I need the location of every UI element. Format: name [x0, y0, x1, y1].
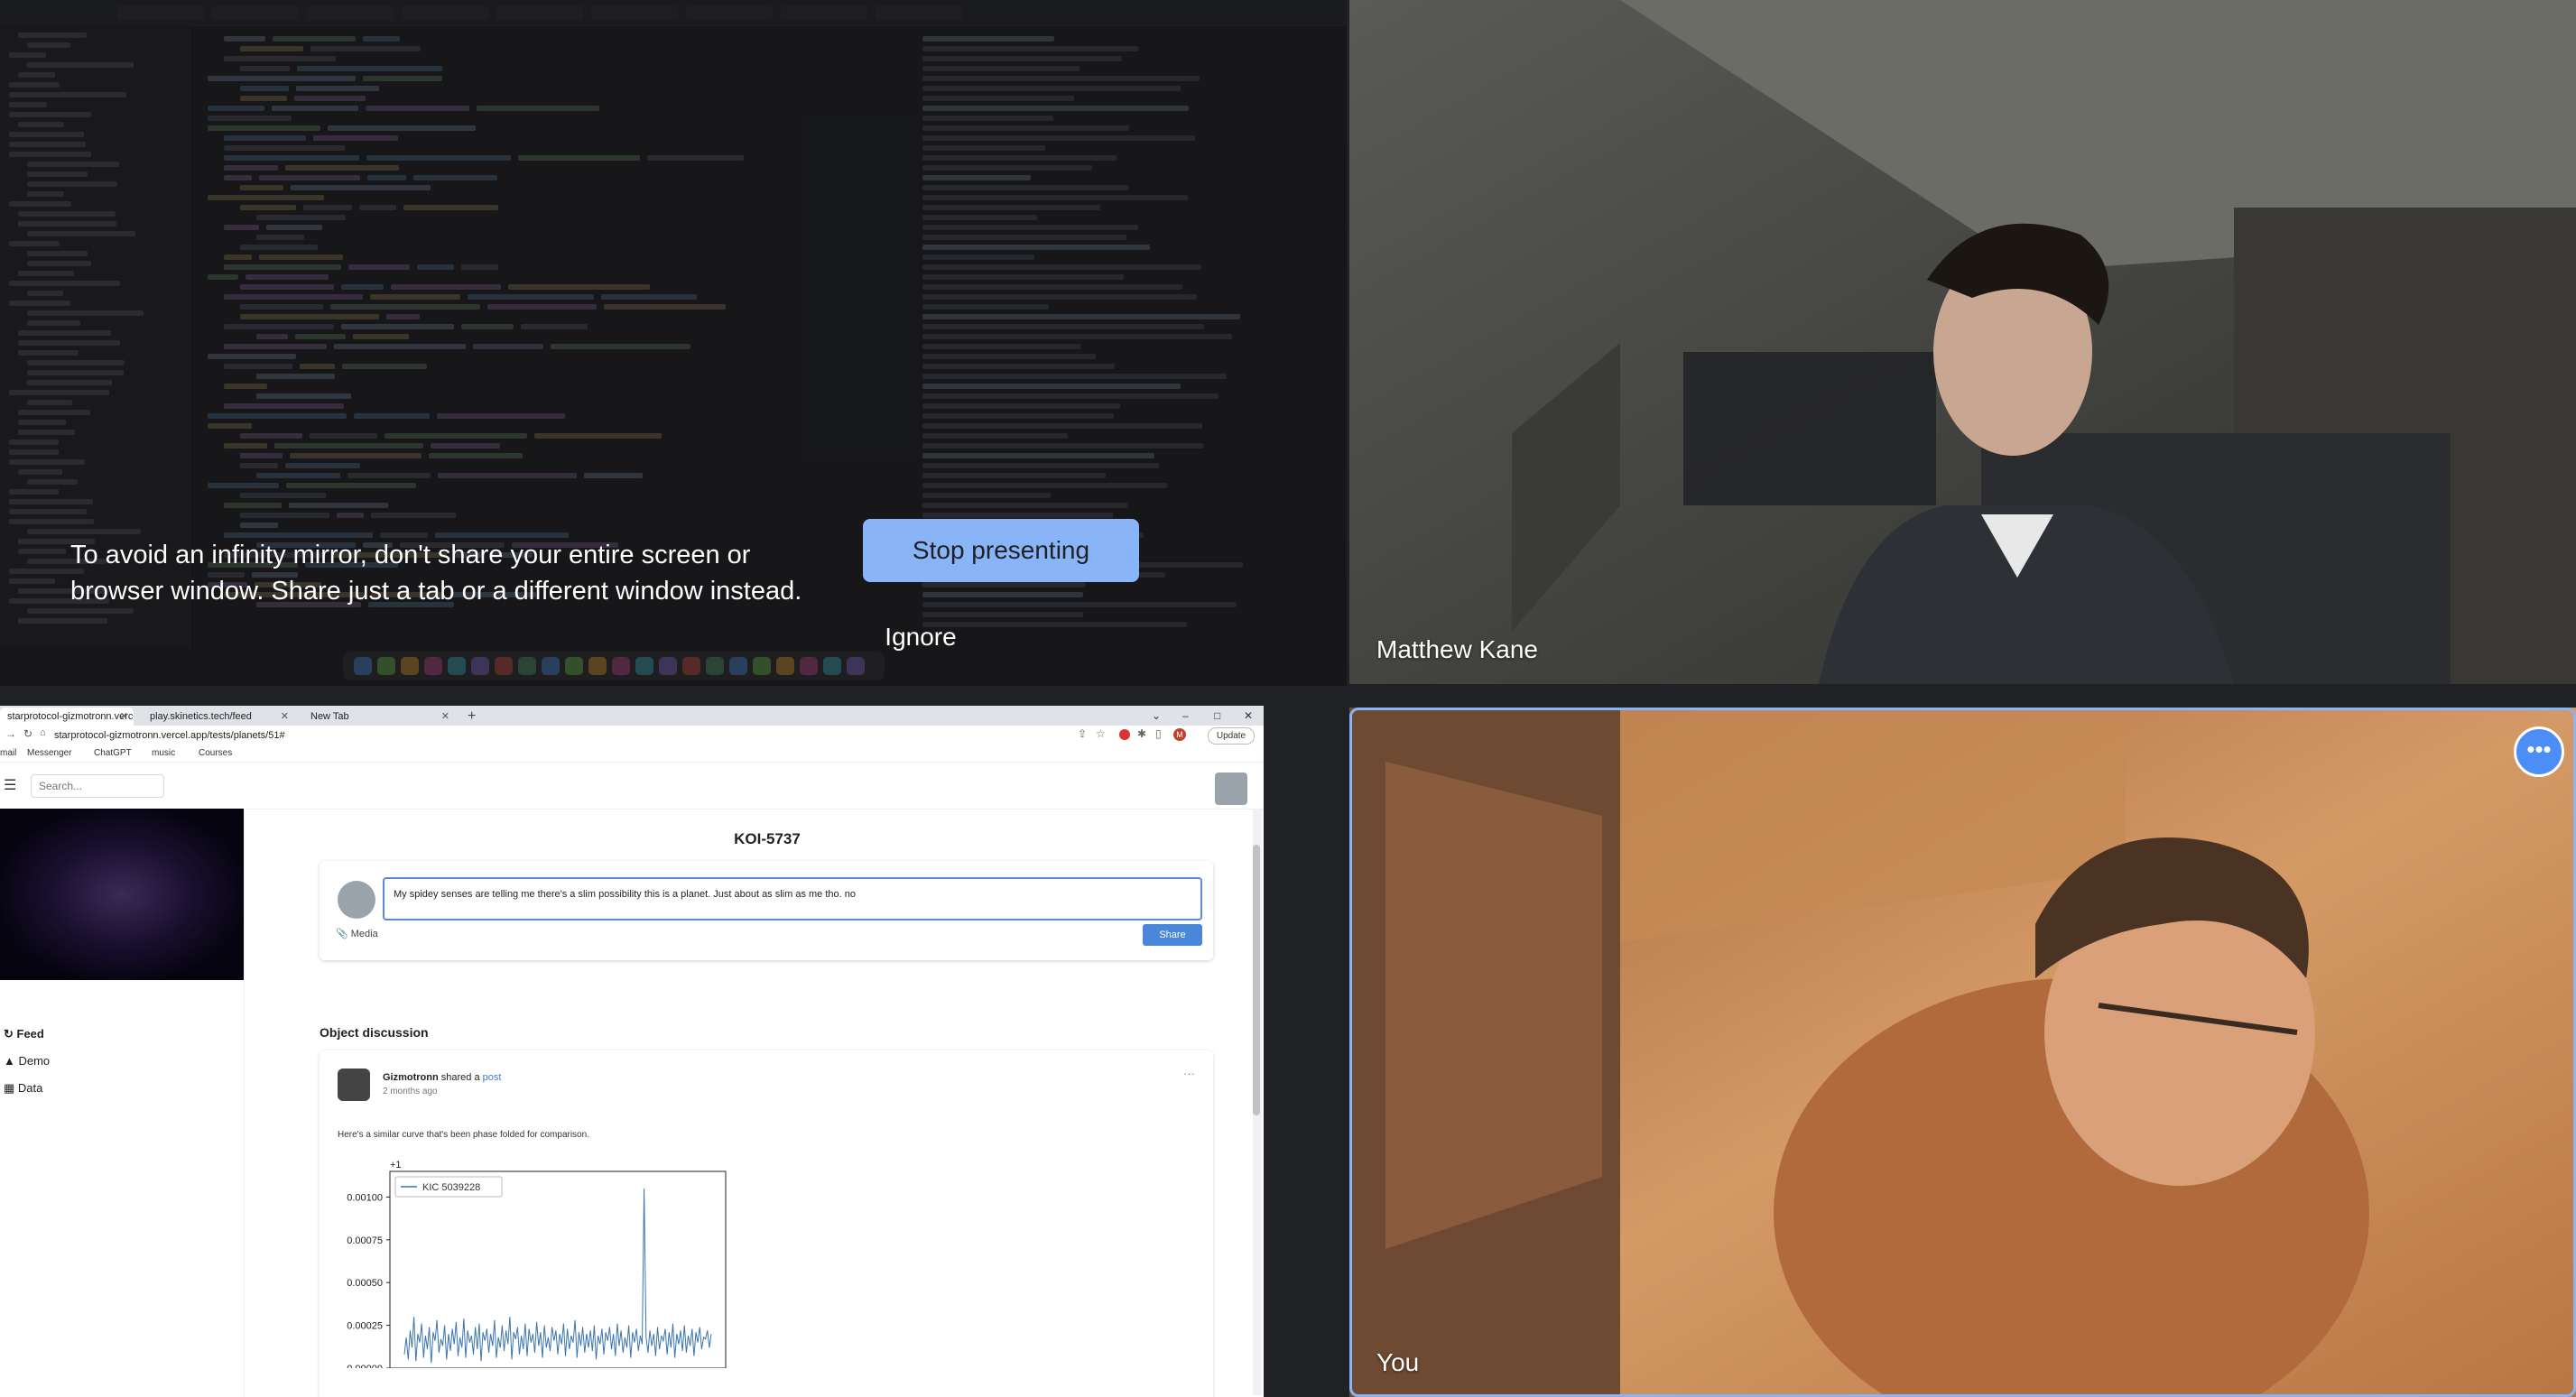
tab-search-icon[interactable]: ⌄: [1152, 708, 1161, 724]
sidebar-item-feed[interactable]: ↻ Feed: [4, 1027, 44, 1041]
bookmarks-bar: mail Messenger ChatGPT music Courses: [0, 745, 1264, 763]
close-tab-icon[interactable]: ✕: [120, 708, 128, 726]
bookmark-item[interactable]: mail: [0, 747, 16, 760]
maximize-icon[interactable]: □: [1214, 708, 1220, 724]
more-options-button[interactable]: •••: [2514, 726, 2564, 777]
galaxy-image: [0, 809, 244, 980]
self-video-tile[interactable]: You: [1349, 708, 2576, 1397]
participant-video: [1349, 0, 2576, 684]
participant-name: Matthew Kane: [1376, 635, 1538, 663]
extension-icon[interactable]: [1119, 729, 1130, 740]
sidebar-item-data[interactable]: ▦ Data: [4, 1081, 42, 1096]
post-timestamp: 2 months ago: [383, 1087, 438, 1096]
y-tick-label: 0.00100: [347, 1192, 383, 1203]
axis-offset-label: +1: [390, 1160, 402, 1170]
app-sidebar: ↻ Feed ▲ Demo ▦ Data: [0, 809, 245, 1397]
compose-card: My spidey senses are telling me there's …: [320, 861, 1213, 960]
y-tick-label: 0.00000: [347, 1364, 383, 1368]
shared-browser-window: starprotocol-gizmotronn.vercel.app✕ play…: [0, 706, 1264, 1397]
share-button[interactable]: Share: [1143, 924, 1202, 946]
post-input[interactable]: My spidey senses are telling me there's …: [383, 877, 1202, 921]
post-body: Here's a similar curve that's been phase…: [338, 1130, 589, 1140]
bookmark-item[interactable]: Courses: [199, 747, 232, 760]
media-button[interactable]: 📎 Media: [336, 928, 378, 939]
feed-icon: ↻: [4, 1027, 17, 1041]
y-tick-label: 0.00025: [347, 1321, 383, 1332]
app-header: ☰: [0, 762, 1264, 810]
close-tab-icon[interactable]: ✕: [441, 708, 449, 726]
sidebar-item-label: Feed: [16, 1027, 44, 1041]
url-field[interactable]: starprotocol-gizmotronn.vercel.app/tests…: [54, 727, 1137, 744]
post-menu-icon[interactable]: ···: [1183, 1067, 1195, 1080]
browser-address-bar: → ↻ ⌂ starprotocol-gizmotronn.vercel.app…: [0, 726, 1264, 746]
post-link[interactable]: post: [483, 1072, 502, 1083]
avatar: [338, 1069, 370, 1101]
menu-icon[interactable]: ☰: [4, 776, 16, 794]
sidebar-icon[interactable]: ▯: [1155, 727, 1162, 740]
paperclip-icon: 📎: [336, 929, 348, 939]
self-video: [1349, 708, 2576, 1397]
avatar: [338, 881, 375, 919]
media-label: Media: [350, 929, 378, 939]
tab-label: play.skinetics.tech/feed: [150, 711, 252, 722]
self-name: You: [1376, 1348, 1420, 1376]
y-tick-label: 0.00075: [347, 1235, 383, 1246]
home-icon[interactable]: ⌂: [40, 727, 46, 738]
bookmark-star-icon[interactable]: ☆: [1096, 727, 1106, 740]
bookmark-item[interactable]: music: [152, 747, 175, 760]
y-tick-label: 0.00050: [347, 1278, 383, 1289]
legend-entry: KIC 5039228: [422, 1182, 480, 1193]
triangle-icon: ▲: [4, 1054, 19, 1068]
infinity-mirror-warning: To avoid an infinity mirror, don't share…: [70, 541, 802, 606]
profile-avatar[interactable]: M: [1173, 728, 1186, 741]
browser-tab[interactable]: starprotocol-gizmotronn.vercel.app✕: [0, 708, 134, 726]
bookmark-item[interactable]: Messenger: [27, 747, 71, 760]
bookmark-item[interactable]: ChatGPT: [94, 747, 132, 760]
search-input[interactable]: [31, 774, 164, 798]
more-horizontal-icon: •••: [2526, 736, 2552, 763]
page-title: KOI-5737: [734, 830, 801, 847]
sidebar-item-demo[interactable]: ▲ Demo: [4, 1054, 50, 1068]
share-page-icon[interactable]: ⇪: [1078, 727, 1087, 740]
browser-tab-strip: starprotocol-gizmotronn.vercel.app✕ play…: [0, 706, 1264, 726]
light-curve-chart: 0.00100 0.00075 0.00050 0.00025 0.00000 +1 KIC…: [347, 1160, 727, 1368]
reload-icon[interactable]: ↻: [23, 727, 32, 740]
minimize-icon[interactable]: –: [1182, 708, 1189, 724]
close-window-icon[interactable]: ✕: [1244, 708, 1253, 724]
participant-video-tile[interactable]: Matthew Kane: [1349, 0, 2576, 684]
tab-label: starprotocol-gizmotronn.vercel.app: [7, 711, 134, 722]
tab-label: New Tab: [310, 711, 349, 722]
post-action: shared a: [440, 1072, 480, 1083]
plot-frame: [389, 1170, 727, 1368]
discussion-heading: Object discussion: [320, 1025, 429, 1040]
sidebar-item-label: Data: [17, 1081, 43, 1095]
extensions-puzzle-icon[interactable]: ✱: [1137, 727, 1146, 740]
post-author-line: Gizmotronn shared a post: [383, 1072, 501, 1083]
new-tab-button[interactable]: +: [468, 708, 476, 726]
scrollbar-thumb[interactable]: [1253, 845, 1260, 1115]
browser-tab[interactable]: play.skinetics.tech/feed ✕: [143, 708, 294, 726]
post-card: Gizmotronn shared a post 2 months ago ··…: [320, 1050, 1213, 1397]
sidebar-item-label: Demo: [18, 1054, 51, 1068]
update-button[interactable]: Update: [1208, 727, 1255, 745]
back-icon[interactable]: →: [5, 727, 16, 740]
presentation-tile: To avoid an infinity mirror, don't share…: [0, 0, 1347, 686]
ignore-button[interactable]: Ignore: [866, 619, 975, 655]
user-avatar[interactable]: [1215, 773, 1247, 805]
post-author[interactable]: Gizmotronn: [383, 1072, 439, 1083]
stop-presenting-button[interactable]: Stop presenting: [863, 519, 1139, 582]
browser-tab[interactable]: New Tab ✕: [303, 708, 455, 726]
page-scrollbar[interactable]: [1253, 809, 1262, 1395]
close-tab-icon[interactable]: ✕: [281, 708, 289, 726]
table-icon: ▦: [4, 1081, 18, 1095]
